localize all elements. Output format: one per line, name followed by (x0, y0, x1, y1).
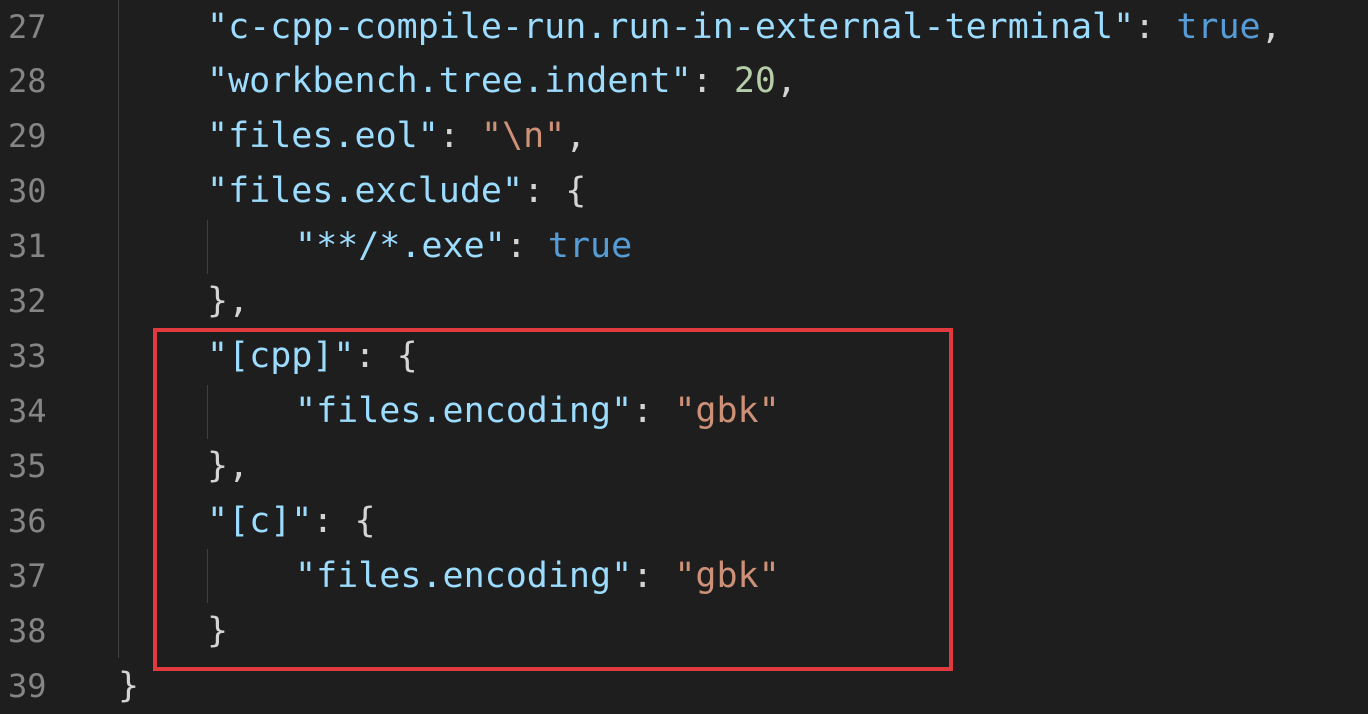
line-number: 31 (8, 227, 47, 265)
code-token: "files.eol" (207, 116, 439, 156)
code-text: "workbench.tree.indent": 20, (207, 54, 797, 109)
code-token: "files.exclude" (207, 171, 524, 211)
code-token: "c-cpp-compile-run.run-in-external-termi… (207, 7, 1135, 47)
code-token: "\n" (480, 116, 566, 156)
code-token: , (1260, 7, 1282, 47)
code-token: true (547, 226, 633, 266)
code-token: 20 (733, 61, 776, 101)
code-line[interactable]: 27 "c-cpp-compile-run.run-in-external-ter… (0, 0, 1368, 55)
line-number: 30 (8, 172, 47, 210)
line-number: 39 (8, 667, 47, 705)
code-line[interactable]: 31 "**/*.exe": true (0, 219, 1368, 274)
code-token: : (1134, 7, 1177, 47)
code-line[interactable]: 30 "files.exclude": { (0, 164, 1368, 219)
code-line[interactable]: 29 "files.eol": "\n", (0, 109, 1368, 164)
code-token: true (1176, 7, 1261, 47)
code-text: "files.exclude": { (207, 164, 586, 219)
code-editor[interactable]: 27 "c-cpp-compile-run.run-in-external-ter… (0, 0, 1368, 714)
line-number: 37 (8, 557, 47, 595)
code-token: : (691, 61, 734, 101)
line-number: 35 (8, 447, 47, 485)
code-token: "workbench.tree.indent" (207, 61, 692, 101)
line-number: 36 (8, 502, 47, 540)
code-token: , (775, 61, 798, 101)
code-token: }, (207, 281, 250, 321)
code-text: } (118, 659, 139, 714)
code-token: : (505, 226, 548, 266)
line-number: 27 (8, 8, 47, 46)
line-number: 29 (8, 117, 47, 155)
code-token: , (565, 116, 587, 156)
code-token: : { (523, 171, 587, 211)
highlight-annotation-box (153, 328, 953, 671)
code-line[interactable]: 32}, (0, 274, 1368, 329)
line-number: 32 (8, 282, 47, 320)
code-text: "files.eol": "\n", (207, 109, 586, 164)
line-number: 38 (8, 612, 47, 650)
code-token: "**/*.exe" (295, 226, 506, 266)
code-token: } (118, 666, 140, 706)
code-text: }, (207, 274, 249, 329)
line-number: 28 (8, 62, 47, 100)
line-number: 34 (8, 392, 47, 430)
code-text: "**/*.exe": true (295, 219, 632, 274)
code-token: : (438, 116, 481, 156)
code-line[interactable]: 28 "workbench.tree.indent": 20, (0, 54, 1368, 109)
line-number: 33 (8, 337, 47, 375)
code-text: "c-cpp-compile-run.run-in-external-termi… (207, 0, 1282, 55)
